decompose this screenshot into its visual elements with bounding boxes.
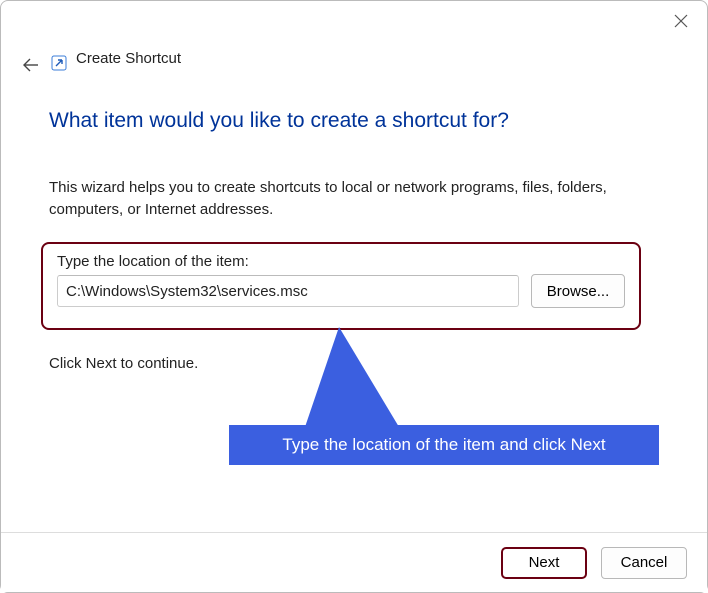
annotation-callout: Type the location of the item and click … [229,425,659,465]
browse-button[interactable]: Browse... [531,274,625,308]
wizard-description: This wizard helps you to create shortcut… [49,177,659,221]
cancel-button[interactable]: Cancel [601,547,687,579]
back-arrow-icon [21,55,41,75]
location-input[interactable] [57,275,519,307]
location-label: Type the location of the item: [57,253,625,270]
location-highlight: Type the location of the item: Browse... [41,242,641,330]
continue-hint: Click Next to continue. [49,355,198,372]
page-title: Create Shortcut [76,50,181,67]
close-button[interactable] [671,11,691,31]
shortcut-icon [51,55,67,71]
back-button[interactable] [19,53,43,77]
footer-bar: Next Cancel [1,532,707,592]
wizard-heading: What item would you like to create a sho… [49,109,509,133]
annotation-arrow [305,327,399,427]
close-icon [674,14,688,28]
next-button[interactable]: Next [501,547,587,579]
